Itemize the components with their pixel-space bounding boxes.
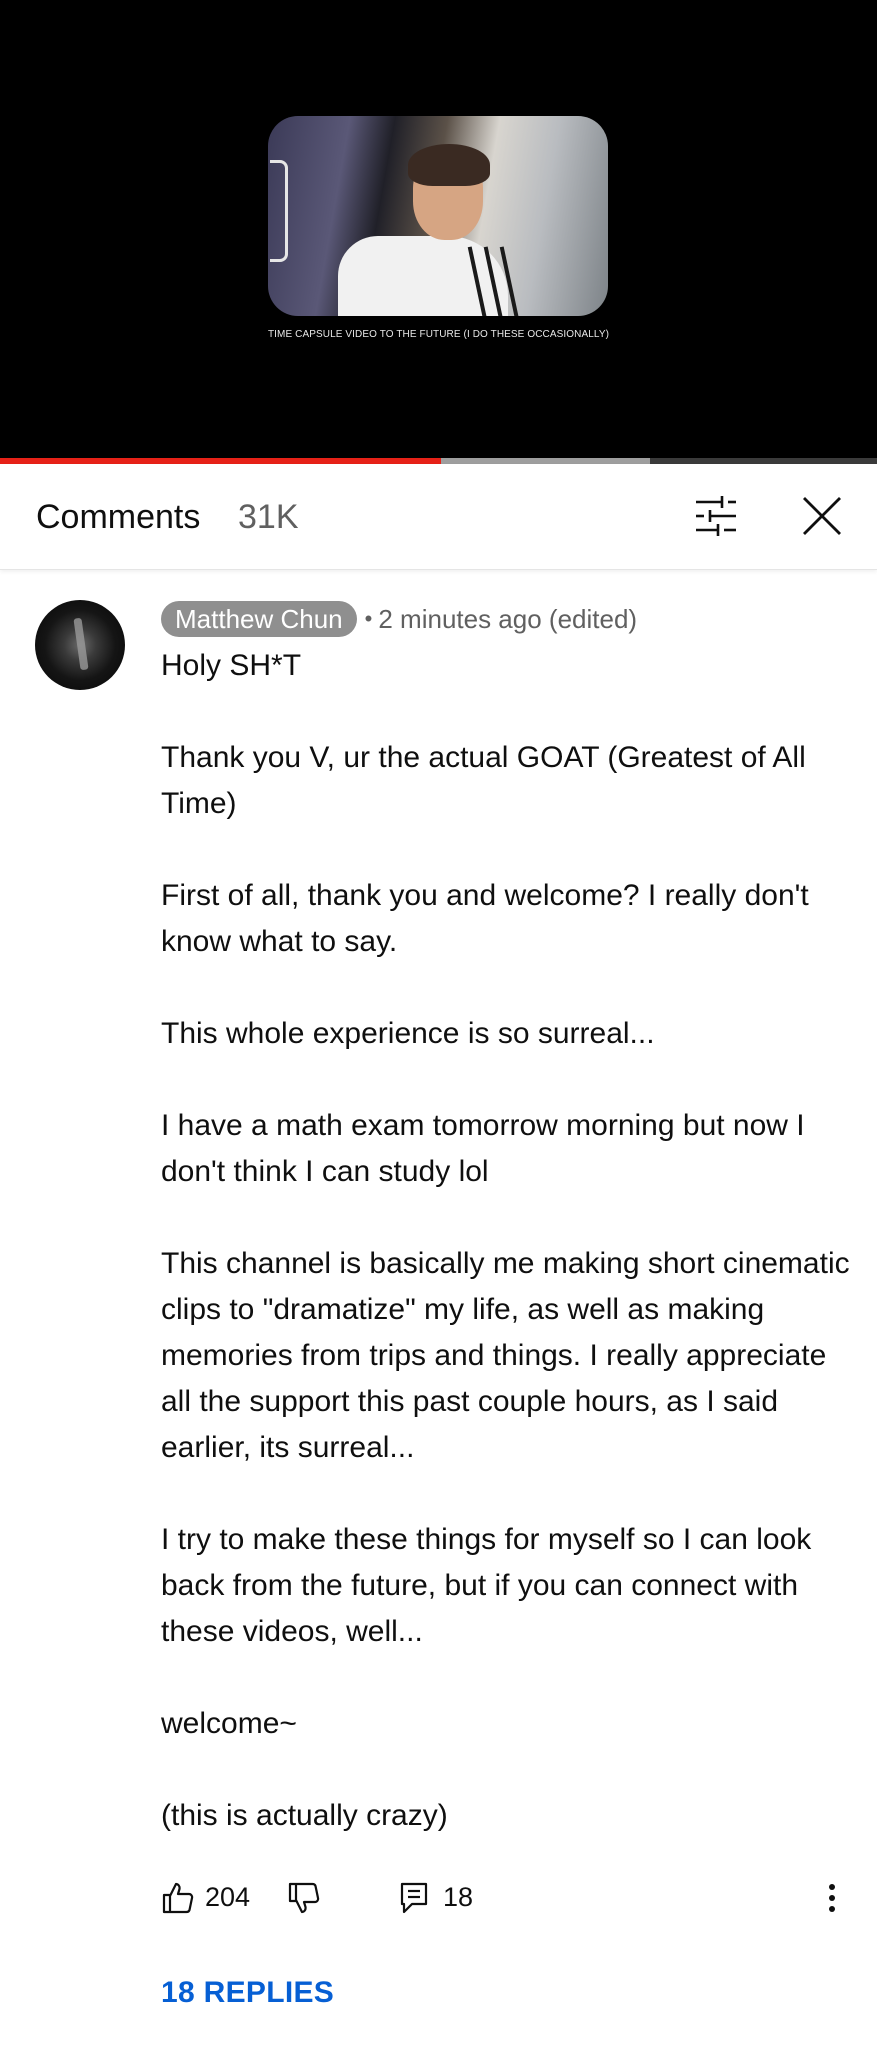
- filter-sliders-icon: [696, 496, 736, 536]
- avatar[interactable]: [35, 600, 125, 690]
- close-button[interactable]: [792, 486, 852, 546]
- comment-paragraph: Holy SH*T: [161, 649, 302, 682]
- comment-paragraph: First of all, thank you and welcome? I r…: [161, 879, 818, 958]
- dislike-button[interactable]: [287, 1873, 321, 1923]
- filter-button[interactable]: [686, 486, 746, 546]
- comment-paragraph: (this is actually crazy): [161, 1799, 448, 1832]
- more-vert-icon: [829, 1884, 835, 1912]
- like-button[interactable]: [161, 1873, 195, 1923]
- like-count: 204: [205, 1882, 251, 1912]
- author-name[interactable]: Matthew Chun: [161, 601, 357, 637]
- comments-header: Comments 31K: [0, 464, 877, 570]
- comments-title: Comments: [36, 498, 201, 536]
- reply-comment-icon: [400, 1882, 428, 1914]
- comments-count: 31K: [238, 498, 299, 536]
- comment-paragraph: I try to make these things for myself so…: [161, 1523, 820, 1648]
- more-options-button[interactable]: [827, 1873, 837, 1923]
- comment-paragraph: This whole experience is so surreal...: [161, 1017, 655, 1050]
- comment-meta: Matthew Chun • 2 minutes ago (edited): [161, 601, 637, 637]
- thumbs-up-icon: [162, 1882, 194, 1914]
- comment-time: 2 minutes ago (edited): [378, 603, 638, 634]
- comment-text: Holy SH*T Thank you V, ur the actual GOA…: [161, 643, 851, 1839]
- comment-paragraph: welcome~: [161, 1707, 297, 1740]
- close-icon: [803, 497, 841, 535]
- comment-paragraph: I have a math exam tomorrow morning but …: [161, 1109, 813, 1188]
- reply-button[interactable]: [399, 1873, 429, 1923]
- thumbs-down-icon: [288, 1882, 320, 1914]
- comment-paragraph: Thank you V, ur the actual GOAT (Greates…: [161, 741, 814, 820]
- video-caption: TIME CAPSULE VIDEO TO THE FUTURE (I DO T…: [267, 329, 610, 340]
- comment-actions: 204 18: [161, 1873, 851, 1923]
- video-player[interactable]: TIME CAPSULE VIDEO TO THE FUTURE (I DO T…: [0, 0, 877, 460]
- video-frame: [268, 116, 608, 316]
- comment-paragraph: This channel is basically me making shor…: [161, 1247, 858, 1464]
- view-replies-link[interactable]: 18 REPLIES: [161, 1976, 334, 2010]
- reply-count: 18: [443, 1882, 474, 1912]
- meta-separator: •: [364, 606, 373, 631]
